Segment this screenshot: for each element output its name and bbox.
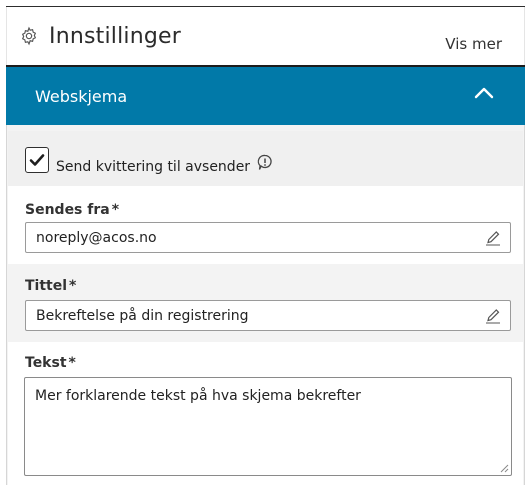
section-panel: Send kvittering til avsender Sendes fra *… bbox=[6, 125, 525, 485]
title-label-text: Tittel bbox=[25, 278, 68, 294]
section-title: Webskjema bbox=[35, 86, 128, 106]
required-mark: * bbox=[69, 278, 77, 294]
sender-label: Sendes fra * bbox=[25, 202, 119, 218]
checkmark-icon bbox=[29, 154, 45, 166]
title-value: Bekreftelse på din registrering bbox=[36, 307, 249, 324]
chevron-up-icon[interactable] bbox=[473, 85, 495, 101]
pencil-icon[interactable] bbox=[485, 308, 501, 324]
send-receipt-label: Send kvittering til avsender bbox=[56, 159, 251, 175]
title-field-block: Tittel * Bekreftelse på din registrering bbox=[8, 264, 523, 342]
resize-handle-icon[interactable] bbox=[500, 464, 509, 473]
section-header-webskjema[interactable]: Webskjema bbox=[6, 67, 525, 125]
send-receipt-checkbox[interactable] bbox=[25, 147, 49, 173]
required-mark: * bbox=[111, 202, 120, 218]
sender-field-block: Sendes fra * noreply@acos.no bbox=[8, 186, 523, 264]
sender-input[interactable]: noreply@acos.no bbox=[25, 222, 511, 253]
show-more-link[interactable]: Vis mer bbox=[445, 35, 502, 53]
title-label: Tittel * bbox=[25, 278, 76, 294]
sender-value: noreply@acos.no bbox=[36, 229, 157, 246]
text-value: Mer forklarende tekst på hva skjema bekr… bbox=[35, 388, 361, 404]
info-icon[interactable] bbox=[257, 154, 273, 172]
text-label-text: Tekst bbox=[25, 355, 67, 371]
pencil-icon[interactable] bbox=[485, 230, 501, 246]
title-input[interactable]: Bekreftelse på din registrering bbox=[25, 300, 511, 331]
page-title: Innstillinger bbox=[49, 23, 182, 49]
receipt-row: Send kvittering til avsender bbox=[8, 131, 523, 186]
text-label: Tekst * bbox=[25, 355, 76, 371]
gear-icon bbox=[17, 24, 41, 48]
settings-header: Innstillinger Vis mer bbox=[6, 7, 525, 65]
text-textarea[interactable]: Mer forklarende tekst på hva skjema bekr… bbox=[24, 377, 512, 476]
sender-label-text: Sendes fra bbox=[25, 202, 110, 218]
required-mark: * bbox=[68, 355, 76, 371]
